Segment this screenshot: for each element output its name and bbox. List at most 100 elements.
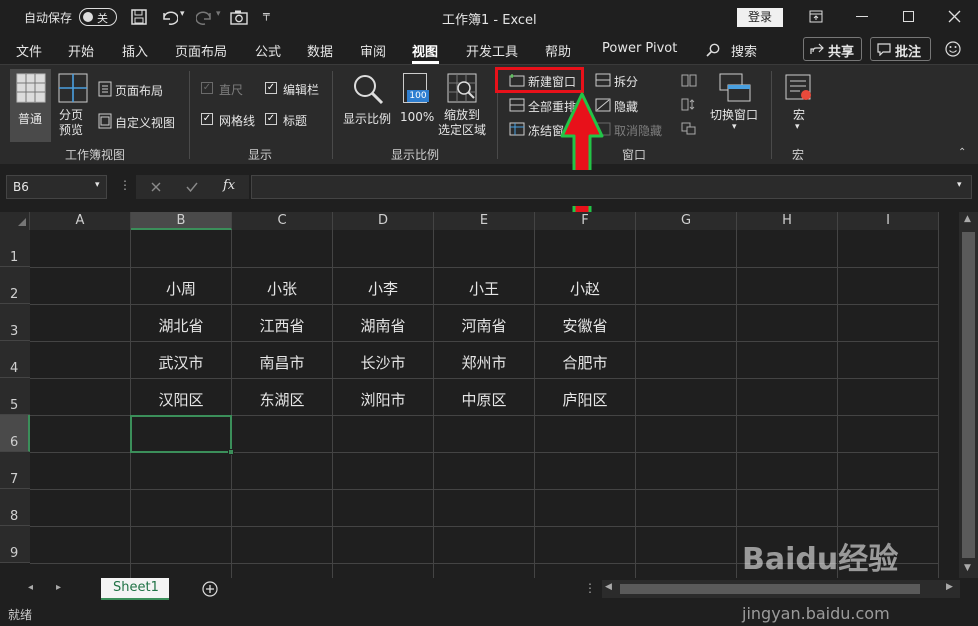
cell-b2[interactable]: 小周 <box>131 278 231 299</box>
redo-icon[interactable] <box>196 9 214 25</box>
autosave-toggle[interactable]: 关 <box>79 8 117 26</box>
cell-c4[interactable]: 南昌市 <box>232 352 332 373</box>
prev-sheet-icon[interactable]: ◂ <box>28 582 33 593</box>
tab-help[interactable]: 帮助 <box>545 41 571 60</box>
smile-feedback-icon[interactable] <box>945 41 961 57</box>
zoom-button[interactable]: 显示比例 <box>342 69 394 142</box>
fill-handle[interactable] <box>228 449 234 455</box>
tab-view[interactable]: 视图 <box>412 41 438 60</box>
horizontal-scroll-thumb[interactable] <box>620 584 920 594</box>
cell-e4[interactable]: 郑州市 <box>434 352 534 373</box>
row-header-6[interactable]: 6 <box>0 415 30 452</box>
select-all-corner[interactable] <box>0 212 30 230</box>
column-header-c[interactable]: C <box>232 212 333 230</box>
row-header-5[interactable]: 5 <box>0 378 30 415</box>
collapse-ribbon-icon[interactable]: ⌃ <box>958 147 966 158</box>
ribbon-display-options-icon[interactable] <box>809 10 823 23</box>
unhide-button[interactable]: 取消隐藏 <box>614 122 662 139</box>
view-side-by-side-icon[interactable] <box>681 74 697 87</box>
cell-c3[interactable]: 江西省 <box>232 315 332 336</box>
cell-f3[interactable]: 安徽省 <box>535 315 635 336</box>
minimize-icon[interactable] <box>856 16 868 17</box>
cell-d3[interactable]: 湖南省 <box>333 315 433 336</box>
formula-bar-checkbox[interactable]: ✓ <box>265 82 277 94</box>
redo-dropdown-icon[interactable]: ▾ <box>216 9 221 19</box>
gridlines-checkbox[interactable]: ✓ <box>201 113 213 125</box>
row-header-9[interactable]: 9 <box>0 526 30 563</box>
horizontal-scrollbar[interactable]: ◀ ▶ <box>602 580 960 598</box>
zoom-100-button[interactable]: 100 100% <box>399 69 435 142</box>
column-header-b[interactable]: B <box>131 212 232 230</box>
row-header-2[interactable]: 2 <box>0 267 30 304</box>
row-header-3[interactable]: 3 <box>0 304 30 341</box>
name-box[interactable]: B6 ▾ <box>6 175 107 199</box>
switch-windows-button[interactable]: 切换窗口 ▾ <box>707 69 765 142</box>
cell-e3[interactable]: 河南省 <box>434 315 534 336</box>
column-header-f[interactable]: F <box>535 212 636 230</box>
undo-dropdown-icon[interactable]: ▾ <box>180 9 185 19</box>
split-button[interactable]: 拆分 <box>614 73 638 90</box>
add-sheet-icon[interactable] <box>202 581 218 597</box>
sheet-tab-sheet1[interactable]: Sheet1 <box>101 578 169 600</box>
sheet-split-grip-icon[interactable]: ⋮ <box>584 581 596 595</box>
zoom-to-selection-button[interactable]: 缩放到 选定区域 <box>437 69 489 142</box>
row-header-4[interactable]: 4 <box>0 341 30 378</box>
tab-page-layout[interactable]: 页面布局 <box>175 41 227 60</box>
column-header-d[interactable]: D <box>333 212 434 230</box>
cell-f2[interactable]: 小赵 <box>535 278 635 299</box>
tab-developer[interactable]: 开发工具 <box>466 41 518 60</box>
expand-formula-bar-icon[interactable]: ▾ <box>957 180 962 190</box>
ruler-checkbox[interactable]: ✓ <box>201 82 213 94</box>
hide-button[interactable]: 隐藏 <box>614 98 638 115</box>
custom-view-button[interactable]: 自定义视图 <box>115 114 175 131</box>
row-header-7[interactable]: 7 <box>0 452 30 489</box>
column-header-h[interactable]: H <box>737 212 838 230</box>
tab-data[interactable]: 数据 <box>307 41 333 60</box>
page-break-preview-button[interactable]: 分页 预览 <box>53 69 93 142</box>
undo-icon[interactable] <box>160 9 178 25</box>
headings-checkbox[interactable]: ✓ <box>265 113 277 125</box>
cell-e5[interactable]: 中原区 <box>434 389 534 410</box>
column-header-g[interactable]: G <box>636 212 737 230</box>
column-header-i[interactable]: I <box>838 212 939 230</box>
login-button[interactable]: 登录 <box>737 8 783 27</box>
search-label[interactable]: 搜索 <box>731 41 757 60</box>
vertical-scrollbar[interactable]: ▲ ▼ <box>959 212 978 578</box>
formula-input[interactable]: ▾ <box>251 175 972 199</box>
row-header-1[interactable]: 1 <box>0 230 30 267</box>
cell-c2[interactable]: 小张 <box>232 278 332 299</box>
share-button[interactable]: 共享 <box>803 37 862 61</box>
save-icon[interactable] <box>131 9 147 25</box>
scroll-up-icon[interactable]: ▲ <box>964 214 971 224</box>
cell-f5[interactable]: 庐阳区 <box>535 389 635 410</box>
tab-formulas[interactable]: 公式 <box>255 41 281 60</box>
scroll-right-icon[interactable]: ▶ <box>946 582 953 592</box>
cell-b4[interactable]: 武汉市 <box>131 352 231 373</box>
column-header-e[interactable]: E <box>434 212 535 230</box>
page-layout-button[interactable]: 页面布局 <box>115 82 163 99</box>
cell-d2[interactable]: 小李 <box>333 278 433 299</box>
cell-e2[interactable]: 小王 <box>434 278 534 299</box>
camera-icon[interactable] <box>230 9 248 25</box>
cancel-entry-icon[interactable] <box>151 182 161 192</box>
confirm-entry-icon[interactable] <box>186 182 198 192</box>
scroll-left-icon[interactable]: ◀ <box>605 582 612 592</box>
macros-button[interactable]: 宏 ▾ <box>780 69 818 142</box>
tab-home[interactable]: 开始 <box>68 41 94 60</box>
cell-b5[interactable]: 汉阳区 <box>131 389 231 410</box>
maximize-icon[interactable] <box>903 11 914 22</box>
column-header-a[interactable]: A <box>30 212 131 230</box>
synchronous-scrolling-icon[interactable] <box>681 98 697 111</box>
search-icon[interactable] <box>706 43 720 57</box>
tab-file[interactable]: 文件 <box>16 41 42 60</box>
close-icon[interactable] <box>948 10 961 23</box>
tab-insert[interactable]: 插入 <box>122 41 148 60</box>
cell-f4[interactable]: 合肥市 <box>535 352 635 373</box>
next-sheet-icon[interactable]: ▸ <box>56 582 61 593</box>
cell-b3[interactable]: 湖北省 <box>131 315 231 336</box>
scroll-down-icon[interactable]: ▼ <box>964 563 971 573</box>
cell-d4[interactable]: 长沙市 <box>333 352 433 373</box>
cell-c5[interactable]: 东湖区 <box>232 389 332 410</box>
active-cell-b6[interactable] <box>130 415 234 455</box>
normal-view-button[interactable]: 普通 <box>10 69 51 142</box>
